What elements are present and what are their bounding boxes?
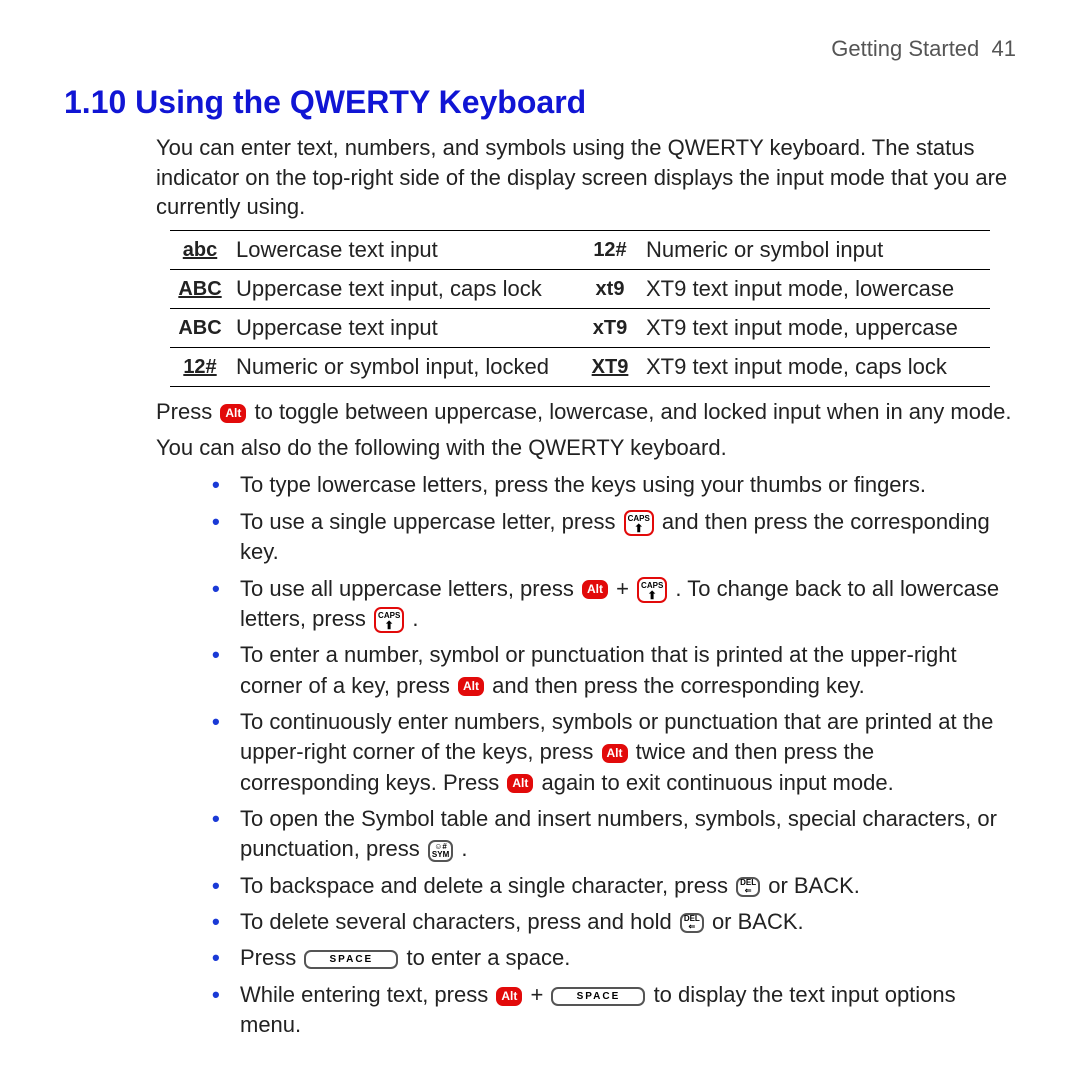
- alt-key-icon: Alt: [220, 404, 246, 423]
- mode-icon: abc: [170, 231, 232, 270]
- input-mode-table: abcLowercase text input12#Numeric or sym…: [170, 230, 990, 387]
- page-number: 41: [992, 36, 1016, 61]
- list-item: To open the Symbol table and insert numb…: [204, 804, 1016, 865]
- mode-desc: XT9 text input mode, uppercase: [642, 309, 990, 348]
- mode-icon: 12#: [580, 231, 642, 270]
- caps-key-icon: CAPS⬆: [624, 510, 654, 536]
- also-paragraph: You can also do the following with the Q…: [156, 433, 1016, 463]
- table-row: abcLowercase text input12#Numeric or sym…: [170, 231, 990, 270]
- list-item: To use a single uppercase letter, press …: [204, 507, 1016, 568]
- mode-desc: Uppercase text input, caps lock: [232, 270, 580, 309]
- manual-page: Getting Started 41 1.10 Using the QWERTY…: [0, 0, 1080, 1080]
- mode-desc: Numeric or symbol input: [642, 231, 990, 270]
- mode-icon: xT9: [580, 309, 642, 348]
- alt-key-icon: Alt: [496, 987, 522, 1006]
- list-item: Press SPACE to enter a space.: [204, 943, 1016, 973]
- list-item: While entering text, press Alt + SPACE t…: [204, 980, 1016, 1041]
- list-item: To use all uppercase letters, press Alt …: [204, 574, 1016, 635]
- list-item: To delete several characters, press and …: [204, 907, 1016, 937]
- list-item: To backspace and delete a single charact…: [204, 871, 1016, 901]
- section-name: Getting Started: [831, 36, 979, 61]
- caps-key-icon: CAPS⬆: [374, 607, 404, 633]
- del-key-icon: DEL⇐: [736, 877, 760, 897]
- space-key-icon: SPACE: [304, 950, 398, 969]
- alt-key-icon: Alt: [507, 774, 533, 793]
- list-item: To continuously enter numbers, symbols o…: [204, 707, 1016, 798]
- alt-key-icon: Alt: [458, 677, 484, 696]
- alt-toggle-paragraph: Press Alt to toggle between uppercase, l…: [156, 397, 1016, 427]
- caps-key-icon: CAPS⬆: [637, 577, 667, 603]
- table-row: 12#Numeric or symbol input, lockedXT9XT9…: [170, 348, 990, 387]
- space-key-icon: SPACE: [551, 987, 645, 1006]
- running-header: Getting Started 41: [831, 36, 1016, 62]
- list-item: To type lowercase letters, press the key…: [204, 470, 1016, 500]
- del-key-icon: DEL⇐: [680, 913, 704, 933]
- mode-desc: Numeric or symbol input, locked: [232, 348, 580, 387]
- table-row: ABCUppercase text inputxT9XT9 text input…: [170, 309, 990, 348]
- intro-paragraph: You can enter text, numbers, and symbols…: [156, 133, 1016, 222]
- table-row: ABCUppercase text input, caps lockxt9XT9…: [170, 270, 990, 309]
- mode-icon: 12#: [170, 348, 232, 387]
- mode-desc: Uppercase text input: [232, 309, 580, 348]
- mode-icon: XT9: [580, 348, 642, 387]
- mode-icon: ABC: [170, 309, 232, 348]
- mode-icon: xt9: [580, 270, 642, 309]
- mode-icon: ABC: [170, 270, 232, 309]
- alt-key-icon: Alt: [582, 580, 608, 599]
- instruction-list: To type lowercase letters, press the key…: [204, 470, 1016, 1040]
- mode-desc: XT9 text input mode, caps lock: [642, 348, 990, 387]
- sym-key-icon: ☺#SYM: [428, 840, 453, 862]
- mode-desc: Lowercase text input: [232, 231, 580, 270]
- alt-key-icon: Alt: [602, 744, 628, 763]
- mode-desc: XT9 text input mode, lowercase: [642, 270, 990, 309]
- section-heading: 1.10 Using the QWERTY Keyboard: [64, 84, 1016, 121]
- list-item: To enter a number, symbol or punctuation…: [204, 640, 1016, 701]
